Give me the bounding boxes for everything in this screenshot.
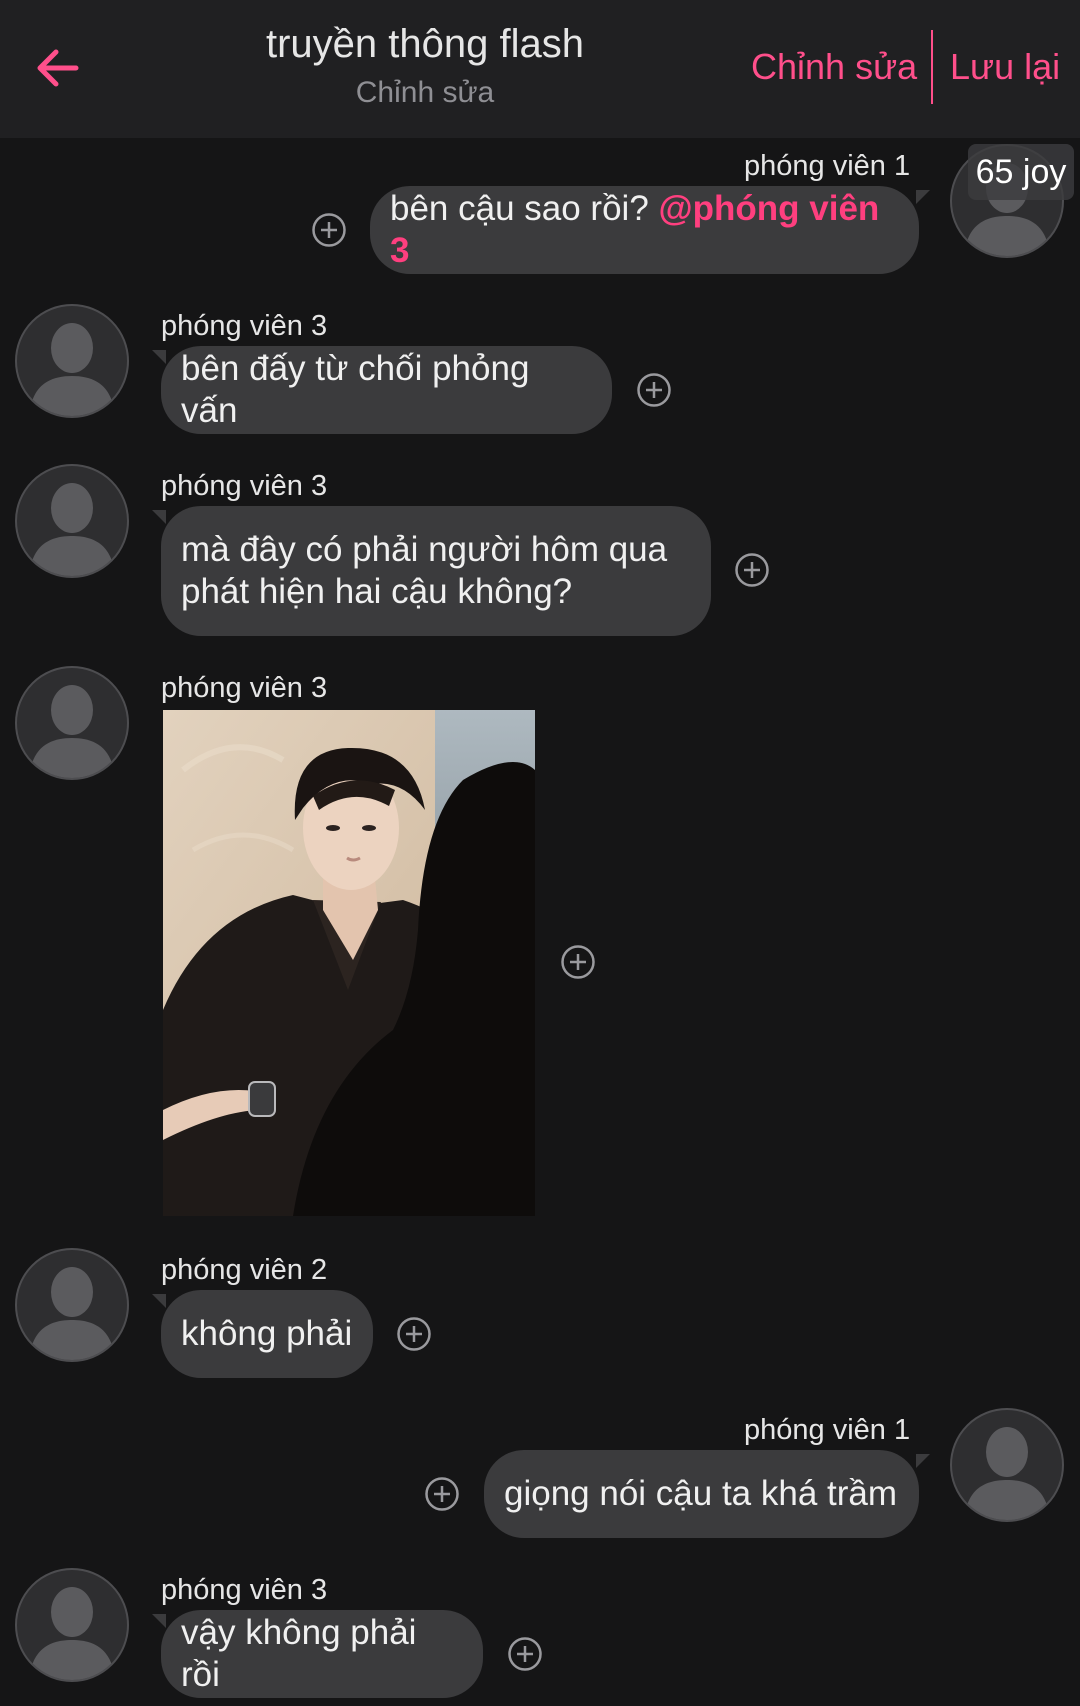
message-bubble[interactable]: mà đây có phải người hôm qua phát hiện h…	[161, 506, 711, 636]
bubble-tail	[152, 510, 166, 524]
message-text: không phải	[181, 1314, 353, 1353]
add-reaction-icon[interactable]	[424, 1476, 460, 1512]
default-avatar-icon	[29, 323, 115, 416]
add-reaction-icon[interactable]	[560, 944, 596, 980]
back-button[interactable]	[30, 40, 90, 96]
sender-name: phóng viên 3	[161, 310, 328, 342]
header-divider	[931, 30, 933, 104]
avatar[interactable]	[950, 1408, 1064, 1522]
message-bubble[interactable]: bên đấy từ chối phỏng vấn	[161, 346, 612, 434]
bubble-tail	[916, 190, 930, 204]
sender-name: phóng viên 3	[161, 672, 328, 704]
message-text: bên cậu sao rồi? @phóng viên 3	[390, 189, 880, 270]
default-avatar-icon	[29, 685, 115, 778]
sender-name: phóng viên 3	[161, 1574, 328, 1606]
edit-button[interactable]: Chỉnh sửa	[751, 46, 917, 88]
bubble-tail	[152, 1614, 166, 1628]
sender-name: phóng viên 3	[161, 470, 328, 502]
avatar[interactable]	[15, 1568, 129, 1682]
chat-subtitle: Chỉnh sửa	[355, 76, 495, 109]
add-reaction-icon[interactable]	[311, 212, 347, 248]
add-reaction-icon[interactable]	[396, 1316, 432, 1352]
message-bubble[interactable]: bên cậu sao rồi? @phóng viên 3	[370, 186, 919, 274]
message-bubble[interactable]: vậy không phải rồi	[161, 1610, 483, 1698]
default-avatar-icon	[29, 1267, 115, 1360]
save-button[interactable]: Lưu lại	[950, 46, 1060, 88]
add-reaction-icon[interactable]	[507, 1636, 543, 1672]
message-text-line: mà đây có phải người hôm qua	[181, 530, 668, 569]
default-avatar-icon	[29, 1587, 115, 1680]
message-bubble[interactable]: không phải	[161, 1290, 373, 1378]
bubble-tail	[152, 350, 166, 364]
add-reaction-icon[interactable]	[636, 372, 672, 408]
default-avatar-icon	[29, 483, 115, 576]
avatar[interactable]	[15, 464, 129, 578]
avatar[interactable]	[15, 666, 129, 780]
joy-count-badge: 65 joy	[968, 144, 1074, 200]
sender-name: phóng viên 1	[744, 150, 911, 182]
avatar[interactable]	[15, 1248, 129, 1362]
message-bubble[interactable]: giọng nói cậu ta khá trầm	[484, 1450, 919, 1538]
default-avatar-icon	[964, 1427, 1050, 1520]
message-text: giọng nói cậu ta khá trầm	[504, 1474, 898, 1513]
chat-title: truyền thông flash	[266, 22, 584, 66]
avatar[interactable]	[15, 304, 129, 418]
bubble-tail	[916, 1454, 930, 1468]
app-header: truyền thông flash Chỉnh sửa Chỉnh sửa L…	[0, 0, 1080, 138]
message-photo[interactable]	[163, 710, 535, 1216]
sender-name: phóng viên 1	[744, 1414, 911, 1446]
sender-name: phóng viên 2	[161, 1254, 328, 1286]
bubble-tail	[152, 1294, 166, 1308]
message-text: vậy không phải rồi	[181, 1613, 417, 1694]
back-arrow-icon	[37, 49, 79, 87]
photo-illustration	[163, 710, 535, 1216]
message-text-line: phát hiện hai cậu không?	[181, 572, 573, 611]
add-reaction-icon[interactable]	[734, 552, 770, 588]
message-text: bên đấy từ chối phỏng vấn	[181, 349, 530, 430]
